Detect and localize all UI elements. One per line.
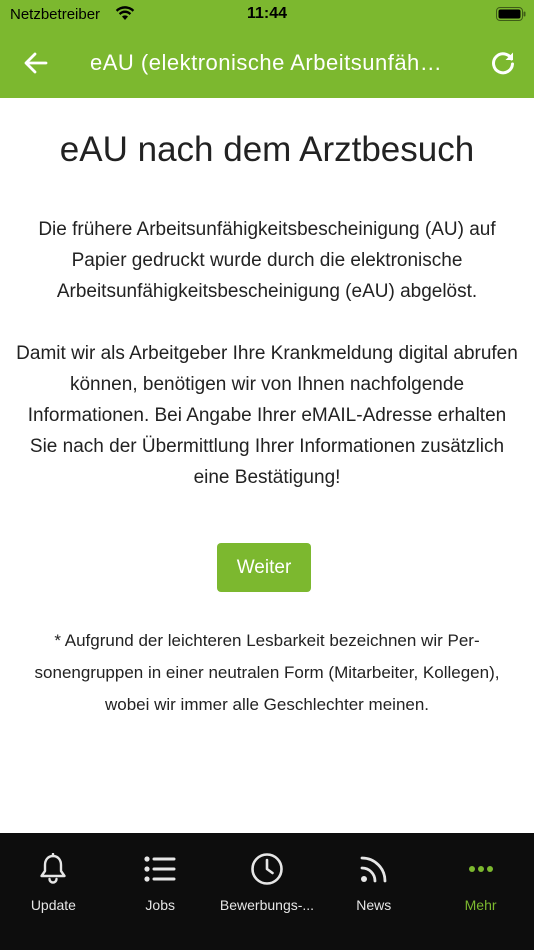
main-content: eAU nach dem Arztbesuch Die frühere Arbe… [0,98,534,833]
navigation-bar: eAU (elektronische Arbeitsunfähigkeitsbe… [0,28,534,98]
status-time: 11:44 [246,5,288,22]
tab-bewerbungen[interactable]: Bewerbungs-... [214,833,321,950]
bell-icon [35,851,71,887]
reload-button[interactable] [486,46,520,80]
tab-label-news: News [356,897,392,913]
tab-label-jobs: Jobs [145,897,175,913]
tab-news[interactable]: News [320,833,427,950]
tab-label-bewerbungen: Bewerbungs-... [219,897,315,913]
tab-jobs[interactable]: Jobs [107,833,214,950]
tab-label-mehr: Mehr [464,897,497,913]
info-paragraph: Damit wir als Arbeitgeber Ihre Krankmeld… [16,343,518,488]
arrow-left-icon [24,52,48,74]
rss-icon [356,851,392,887]
status-bar: Netzbetreiber 11:44 [0,0,534,28]
tab-update[interactable]: Update [0,833,107,950]
tab-label-update: Update [30,897,76,913]
more-dots-icon [463,851,499,887]
content-heading: eAU nach dem Arztbesuch [59,130,475,169]
tab-bar: Update Jobs Bewerbungs-... News Mehr [0,833,534,950]
battery-icon [496,7,526,21]
intro-paragraph: Die frühere Arbeitsunfähigkeitsbescheini… [38,219,496,302]
weiter-button[interactable]: Weiter [217,543,311,592]
clock-icon [249,851,285,887]
page-title: eAU (elektronische Arbeitsunfähigkeitsbe… [90,50,444,75]
list-icon [142,851,178,887]
reload-icon [492,52,514,75]
footnote: * Aufgrund der leichteren Lesbarkeit bez… [34,631,500,714]
back-button[interactable] [20,48,52,78]
tab-mehr[interactable]: Mehr [427,833,534,950]
